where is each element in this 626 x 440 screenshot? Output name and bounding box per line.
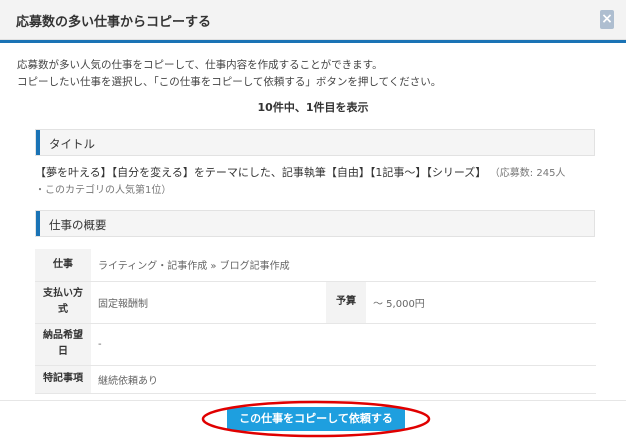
payment-label: 支払い方 式 [35,281,91,324]
deadline-label-line-1: 納品希望 [43,330,83,341]
close-button[interactable]: × [600,10,614,29]
section-accent-bar [36,130,40,155]
intro-text: 応募数が多い人気の仕事をコピーして、仕事内容を作成することができます。 コピーし… [17,57,441,91]
deadline-label-line-2: 日 [58,346,68,357]
budget-label: 予算 [326,281,366,324]
notes-label: 特記事項 [35,365,91,394]
section-overview-label: 仕事の概要 [49,218,107,232]
modal-body[interactable]: 応募数が多い人気の仕事をコピーして、仕事内容を作成することができます。 コピーし… [0,43,626,400]
detail-row-notes: 特記事項 継続依頼あり [35,365,596,394]
notes-value: 継続依頼あり [91,365,596,394]
job-title: 【夢を叶える】【自分を変える】をテーマにした、記事執筆【自由】【1記事～】【シリ… [35,165,600,199]
section-title-label: タイトル [49,137,95,151]
detail-row-deadline: 納品希望 日 - [35,323,596,366]
copy-job-modal: 応募数の多い仕事からコピーする × 応募数が多い人気の仕事をコピーして、仕事内容… [0,0,626,440]
detail-row-category: 仕事 ライティング・記事作成 » ブログ記事作成 [35,249,596,282]
copy-job-button[interactable]: この仕事をコピーして依頼する [227,407,405,431]
category-label: 仕事 [35,249,91,282]
deadline-label: 納品希望 日 [35,323,91,366]
result-count: 10件中、1件目を表示 [257,101,369,114]
modal-title: 応募数の多い仕事からコピーする [16,15,212,30]
category-value: ライティング・記事作成 » ブログ記事作成 [91,249,596,282]
intro-line-1: 応募数が多い人気の仕事をコピーして、仕事内容を作成することができます。 [17,59,383,71]
job-detail-table: 仕事 ライティング・記事作成 » ブログ記事作成 支払い方 式 固定報酬制 予算… [35,249,596,394]
payment-value: 固定報酬制 [91,281,326,324]
job-meta-line-2: ・このカテゴリの人気第1位） [35,185,172,196]
close-icon: × [601,11,613,27]
section-title-header: タイトル [35,129,595,156]
payment-label-line-1: 支払い方 [43,288,83,299]
section-overview-header: 仕事の概要 [35,210,595,237]
detail-row-payment: 支払い方 式 固定報酬制 予算 ～ 5,000円 [35,281,596,324]
section-accent-bar [36,211,40,236]
deadline-value: - [91,323,596,366]
budget-value: ～ 5,000円 [366,281,596,324]
payment-label-line-2: 式 [58,304,68,315]
job-meta-line-1: （応募数: 245人 [489,168,566,179]
intro-line-2: コピーしたい仕事を選択し、「この仕事をコピーして依頼する」ボタンを押してください… [17,76,442,88]
job-title-text: 【夢を叶える】【自分を変える】をテーマにした、記事執筆【自由】【1記事～】【シリ… [35,166,487,179]
modal-header: 応募数の多い仕事からコピーする × [0,0,626,40]
